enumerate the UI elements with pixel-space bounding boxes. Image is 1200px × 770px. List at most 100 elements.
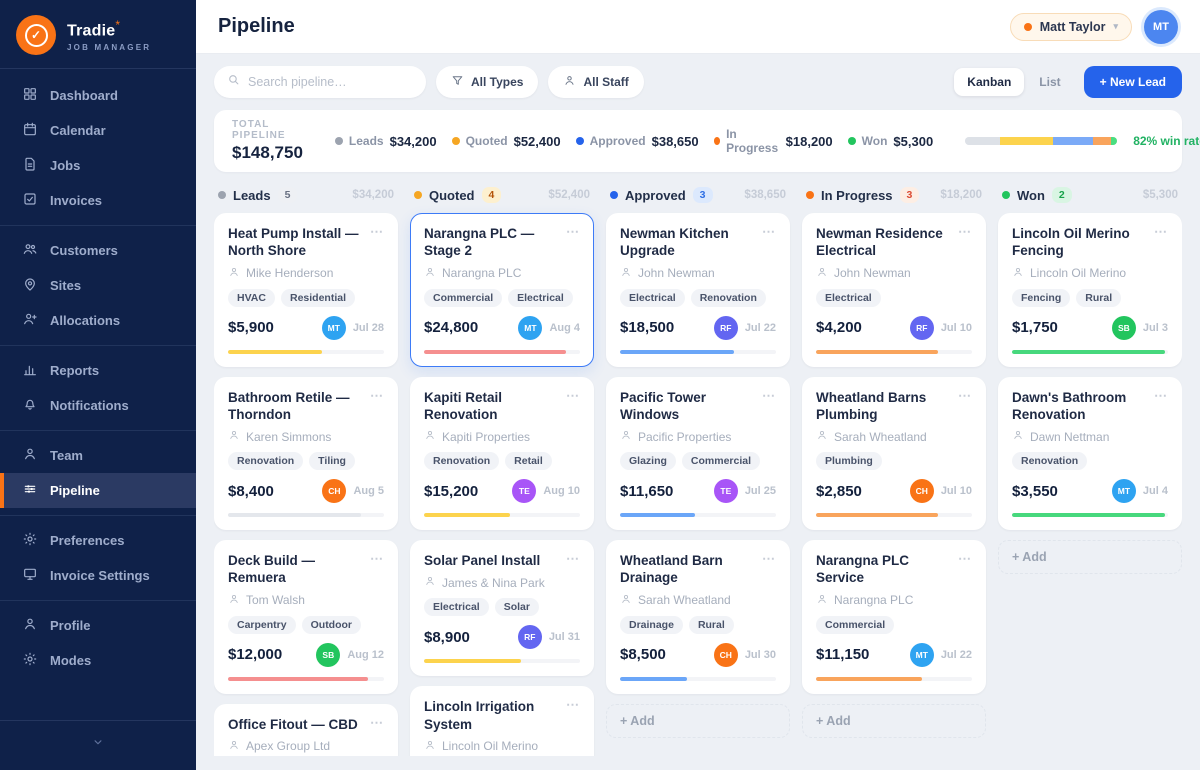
legend-name: Quoted: [465, 134, 508, 148]
brand: ✓ Tradie* JOB MANAGER: [0, 0, 196, 69]
avatar: CH: [909, 479, 934, 504]
pipeline-card[interactable]: Newman Residence Electrical ⋯ John Newman E…: [802, 213, 986, 367]
column-header: In Progress 3 $18,200: [802, 184, 986, 213]
sidebar-item-invoices[interactable]: Invoices: [0, 183, 196, 218]
sidebar-item-notifications[interactable]: Notifications: [0, 388, 196, 423]
sidebar-item-pipeline[interactable]: Pipeline: [0, 473, 196, 508]
card-due-date: Jul 31: [548, 631, 580, 644]
pipeline-card[interactable]: Heat Pump Install — North Shore ⋯ Mike Hen…: [214, 213, 398, 367]
sidebar-item-label: Sites: [50, 278, 82, 293]
search-input[interactable]: [248, 75, 413, 89]
legend-dot-icon: [713, 137, 721, 145]
sidebar-item-jobs[interactable]: Jobs: [0, 148, 196, 183]
sidebar-item-customers[interactable]: Customers: [0, 233, 196, 268]
sidebar-item-team[interactable]: Team: [0, 438, 196, 473]
pipeline-card[interactable]: Lincoln Irrigation System ⋯ Lincoln Oil Me…: [410, 686, 594, 756]
person-icon: [816, 266, 828, 281]
card-menu-button[interactable]: ⋯: [958, 552, 972, 587]
pipeline-card[interactable]: Wheatland Barns Plumbing ⋯ Sarah Wheatland…: [802, 376, 986, 531]
pipeline-card[interactable]: Lincoln Oil Merino Fencing ⋯ Lincoln Oil M…: [998, 213, 1182, 367]
card-contact: Sarah Wheatland: [620, 593, 776, 608]
add-card-button[interactable]: + Add: [606, 703, 790, 738]
card-menu-button[interactable]: ⋯: [370, 389, 384, 424]
stacked-bar-segment: [1000, 137, 1054, 145]
sidebar-item-sites[interactable]: Sites: [0, 268, 196, 303]
pipeline-card[interactable]: Solar Panel Install ⋯ James & Nina Park Ele…: [410, 540, 594, 677]
pipeline-card[interactable]: Deck Build — Remuera ⋯ Tom Walsh Carpentry O…: [214, 540, 398, 694]
card-price: $11,150: [816, 646, 870, 664]
pipeline-card[interactable]: Pacific Tower Windows ⋯ Pacific Properties…: [606, 376, 790, 531]
card-tag: Rural: [688, 615, 734, 634]
card-meta: $1,750 SB Jul 3: [1012, 315, 1168, 340]
sidebar-item-invoice-settings[interactable]: Invoice Settings: [0, 558, 196, 593]
card-tags: Carpentry Outdoor: [228, 615, 384, 634]
card-menu-button[interactable]: ⋯: [1154, 389, 1168, 424]
legend-dot-icon: [334, 137, 343, 145]
card-due-date: Jul 10: [940, 321, 972, 334]
pipeline-card[interactable]: Office Fitout — CBD⋯Apex Group LtdCommer…: [214, 703, 398, 756]
pipeline-card[interactable]: Wheatland Barn Drainage ⋯ Sarah Wheatland D…: [606, 540, 790, 694]
modes-icon: [22, 651, 38, 670]
view-list-button[interactable]: List: [1026, 68, 1073, 96]
card-menu-button[interactable]: ⋯: [1154, 225, 1168, 260]
card-price: $11,650: [620, 482, 674, 500]
card-menu-button[interactable]: ⋯: [762, 552, 776, 587]
card-progress-track: [816, 676, 972, 681]
card-menu-button[interactable]: ⋯: [762, 225, 776, 260]
add-card-button[interactable]: + Add: [802, 703, 986, 738]
card-contact-name: Sarah Wheatland: [834, 429, 927, 444]
sidebar-item-label: Invoices: [50, 193, 103, 208]
card-menu-button[interactable]: ⋯: [958, 389, 972, 424]
card-menu-button[interactable]: ⋯: [566, 389, 580, 424]
sidebar-item-dashboard[interactable]: Dashboard: [0, 78, 196, 113]
type-filter-button[interactable]: All Types: [436, 66, 539, 98]
sidebar-item-preferences[interactable]: Preferences: [0, 523, 196, 558]
sidebar-item-reports[interactable]: Reports: [0, 353, 196, 388]
sidebar-item-profile[interactable]: Profile: [0, 608, 196, 643]
calendar-icon: [22, 121, 38, 140]
pipeline-card[interactable]: Newman Kitchen Upgrade ⋯ John Newman Electr…: [606, 213, 790, 367]
card-title: Bathroom Retile — Thorndon: [228, 389, 350, 422]
pipeline-card[interactable]: Narangna PLC — Stage 2 ⋯ Narangna PLC Comme…: [410, 213, 594, 367]
staff-filter-button[interactable]: All Staff: [548, 66, 644, 98]
column-count-badge: 4: [481, 187, 502, 203]
column-dot-icon: [610, 191, 618, 199]
card-menu-button[interactable]: ⋯: [566, 698, 580, 733]
legend-amount: $18,200: [785, 133, 833, 149]
sidebar-item-calendar[interactable]: Calendar: [0, 113, 196, 148]
card-price: $4,200: [816, 319, 862, 337]
card-contact-name: Mike Henderson: [246, 266, 334, 281]
card-title: Wheatland Barns Plumbing: [816, 389, 927, 422]
sidebar-item-modes[interactable]: Modes: [0, 643, 196, 678]
card-menu-button[interactable]: ⋯: [370, 715, 384, 733]
pipeline-card[interactable]: Narangna PLC Service ⋯ Narangna PLC Commerc…: [802, 540, 986, 694]
card-meta: $24,800 MT Aug 4: [424, 315, 580, 340]
pipeline-card[interactable]: Dawn's Bathroom Renovation ⋯ Dawn Nettman R…: [998, 376, 1182, 531]
card-meta: $4,200 RF Jul 10: [816, 315, 972, 340]
card-menu-button[interactable]: ⋯: [762, 389, 776, 424]
content: All Types All Staff Kanban List + New Le…: [196, 54, 1200, 770]
column-amount: $18,200: [940, 189, 982, 201]
pipeline-card[interactable]: Kapiti Retail Renovation ⋯ Kapiti Properti…: [410, 376, 594, 531]
user-menu-button[interactable]: Matt Taylor ▾: [1009, 12, 1132, 41]
sidebar-item-allocations[interactable]: Allocations: [0, 303, 196, 338]
card-menu-button[interactable]: ⋯: [566, 225, 580, 260]
pipeline-card[interactable]: Bathroom Retile — Thorndon ⋯ Karen Simmons…: [214, 376, 398, 531]
card-title: Office Fitout — CBD: [228, 716, 358, 732]
new-lead-button[interactable]: + New Lead: [1083, 66, 1182, 98]
card-menu-button[interactable]: ⋯: [566, 552, 580, 569]
card-contact-name: Lincoln Oil Merino: [442, 739, 539, 754]
pipeline-icon: [22, 481, 38, 500]
card-menu-button[interactable]: ⋯: [958, 225, 972, 260]
card-progress-track: [424, 659, 580, 664]
avatar[interactable]: MT: [1144, 9, 1178, 44]
card-menu-button[interactable]: ⋯: [370, 552, 384, 587]
avatar: MT: [1111, 479, 1136, 504]
add-card-button[interactable]: + Add: [998, 540, 1182, 575]
card-menu-button[interactable]: ⋯: [370, 225, 384, 260]
sidebar-item-label: Profile: [50, 618, 91, 633]
legend-name: Won: [861, 134, 888, 148]
view-kanban-button[interactable]: Kanban: [954, 68, 1025, 96]
legend-amount: $52,400: [513, 133, 561, 149]
sidebar-collapse[interactable]: [0, 720, 196, 770]
